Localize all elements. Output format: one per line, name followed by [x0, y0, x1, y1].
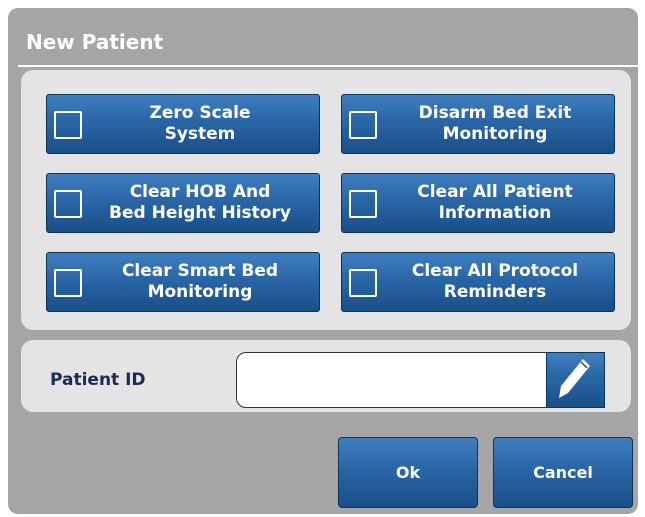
zero-scale-system-button[interactable]: Zero Scale System: [46, 94, 320, 154]
option-label: Zero Scale System: [149, 103, 251, 144]
clear-smart-bed-monitoring-button[interactable]: Clear Smart Bed Monitoring: [46, 252, 320, 312]
checkbox-icon[interactable]: [349, 269, 377, 297]
patient-id-input[interactable]: [236, 352, 548, 408]
checkbox-icon[interactable]: [54, 269, 82, 297]
clear-all-patient-information-button[interactable]: Clear All Patient Information: [341, 173, 615, 233]
disarm-bed-exit-monitoring-button[interactable]: Disarm Bed Exit Monitoring: [341, 94, 615, 154]
checkbox-icon[interactable]: [54, 111, 82, 139]
ok-button[interactable]: Ok: [338, 437, 478, 508]
checkbox-icon[interactable]: [54, 190, 82, 218]
clear-all-protocol-reminders-button[interactable]: Clear All Protocol Reminders: [341, 252, 615, 312]
edit-patient-id-button[interactable]: [546, 352, 605, 408]
option-label: Clear All Protocol Reminders: [411, 261, 579, 302]
pencil-icon: [558, 357, 593, 403]
cancel-button[interactable]: Cancel: [493, 437, 633, 508]
option-label: Clear All Patient Information: [417, 182, 573, 223]
clear-hob-bed-height-history-button[interactable]: Clear HOB And Bed Height History: [46, 173, 320, 233]
patient-id-label: Patient ID: [50, 370, 146, 390]
checkbox-icon[interactable]: [349, 190, 377, 218]
option-label: Disarm Bed Exit Monitoring: [418, 103, 572, 144]
dialog-title: New Patient: [26, 30, 164, 54]
option-label: Clear HOB And Bed Height History: [109, 182, 291, 223]
title-divider: [18, 65, 638, 67]
option-label: Clear Smart Bed Monitoring: [121, 261, 279, 302]
checkbox-icon[interactable]: [349, 111, 377, 139]
